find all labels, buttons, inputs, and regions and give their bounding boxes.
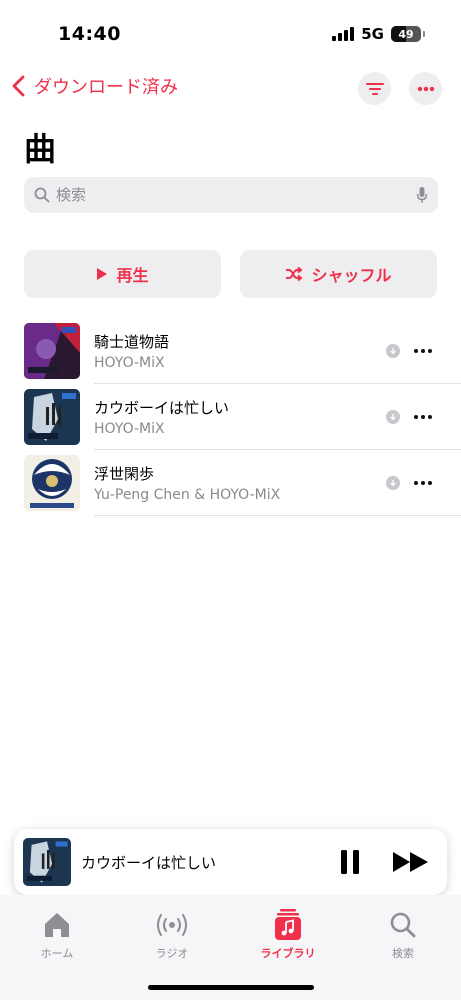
divider (94, 515, 461, 516)
downloaded-icon (386, 410, 400, 424)
song-more-button[interactable] (414, 346, 432, 356)
back-button[interactable]: ダウンロード済み (10, 73, 178, 99)
search-input[interactable] (56, 186, 416, 204)
search-bar[interactable] (24, 177, 438, 213)
more-options-button[interactable] (409, 72, 442, 105)
tab-radio[interactable]: ラジオ (132, 909, 212, 961)
now-playing-art (23, 838, 71, 886)
song-row[interactable]: カウボーイは忙しい HOYO-MiX (0, 384, 461, 450)
home-icon (40, 909, 74, 941)
song-artist: Yu-Peng Chen & HOYO-MiX (94, 487, 281, 503)
filter-button[interactable] (358, 72, 391, 105)
network-type: 5G (361, 25, 384, 43)
microphone-icon[interactable] (416, 186, 428, 204)
play-icon (97, 268, 108, 280)
song-artist: HOYO-MiX (94, 421, 165, 437)
tab-search[interactable]: 検索 (363, 909, 443, 961)
radio-icon (155, 909, 189, 941)
album-art (24, 323, 80, 379)
navigation-bar: ダウンロード済み (0, 70, 461, 108)
search-icon (34, 187, 50, 203)
now-playing-title: カウボーイは忙しい (81, 854, 217, 872)
home-indicator[interactable] (148, 985, 314, 990)
tab-library[interactable]: ライブラリ (248, 909, 328, 961)
back-label: ダウンロード済み (34, 77, 178, 98)
song-title: 騎士道物語 (94, 333, 170, 351)
status-bar: 14:40 5G 49 (0, 0, 461, 66)
filter-icon (365, 82, 384, 95)
downloaded-icon (386, 476, 400, 490)
album-art (24, 455, 80, 511)
song-title: 浮世閑歩 (94, 465, 155, 483)
status-time: 14:40 (58, 23, 121, 45)
search-icon (386, 909, 420, 941)
tab-label: 検索 (392, 947, 414, 960)
album-art (24, 389, 80, 445)
song-more-button[interactable] (414, 478, 432, 488)
shuffle-button[interactable]: シャッフル (240, 250, 437, 298)
chevron-left-icon (12, 75, 25, 97)
mini-player[interactable]: カウボーイは忙しい (14, 829, 447, 895)
shuffle-label: シャッフル (311, 266, 392, 285)
library-icon (271, 909, 305, 941)
song-row[interactable]: 浮世閑歩 Yu-Peng Chen & HOYO-MiX (0, 450, 461, 516)
song-info: カウボーイは忙しい HOYO-MiX (94, 397, 229, 437)
song-title: カウボーイは忙しい (94, 399, 230, 417)
cellular-signal-icon (332, 27, 355, 41)
tab-label: ラジオ (155, 947, 189, 960)
pause-icon[interactable] (338, 848, 362, 876)
fast-forward-icon[interactable] (392, 850, 430, 874)
tab-label: ライブラリ (260, 947, 316, 960)
song-more-button[interactable] (414, 412, 432, 422)
page-title: 曲 (24, 130, 57, 168)
ellipsis-icon (417, 86, 434, 91)
downloaded-icon (386, 344, 400, 358)
song-info: 浮世閑歩 Yu-Peng Chen & HOYO-MiX (94, 463, 280, 503)
song-info: 騎士道物語 HOYO-MiX (94, 331, 169, 371)
battery-icon: 49 (391, 26, 425, 42)
song-row[interactable]: 騎士道物語 HOYO-MiX (0, 318, 461, 384)
shuffle-icon (286, 267, 304, 281)
status-indicators: 5G 49 (332, 25, 425, 43)
tab-label: ホーム (40, 947, 74, 960)
song-artist: HOYO-MiX (94, 355, 165, 371)
battery-level: 49 (398, 27, 414, 41)
play-label: 再生 (116, 266, 149, 285)
tab-home[interactable]: ホーム (17, 909, 97, 961)
play-button[interactable]: 再生 (24, 250, 221, 298)
song-list: 騎士道物語 HOYO-MiX カウボーイは忙しい HOYO-MiX 浮世閑歩 Y… (0, 318, 461, 516)
